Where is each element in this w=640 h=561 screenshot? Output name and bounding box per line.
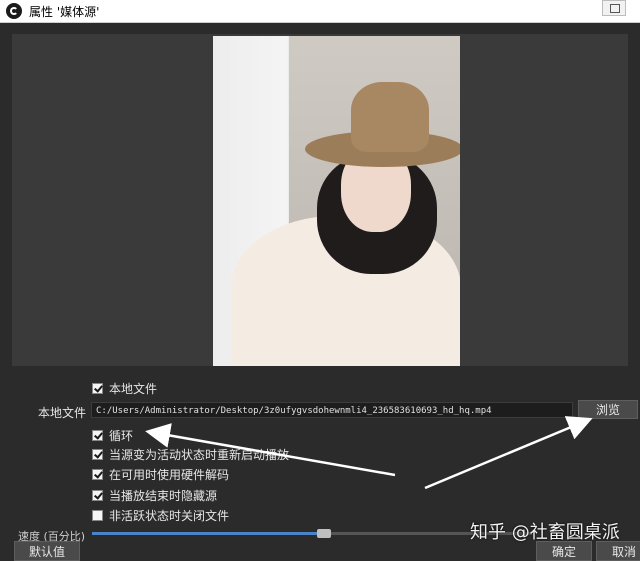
- hardware-decode-checkbox[interactable]: [92, 469, 103, 480]
- maximize-icon: [610, 4, 620, 13]
- obs-app-icon: [6, 3, 22, 19]
- hide-on-end-checkbox[interactable]: [92, 490, 103, 501]
- cancel-button[interactable]: 取消: [596, 541, 640, 561]
- close-when-inactive-label: 非活跃状态时关闭文件: [109, 509, 230, 523]
- option-loop-row[interactable]: 循环: [92, 427, 133, 444]
- option-restart-row[interactable]: 当源变为活动状态时重新启动播放: [92, 446, 289, 463]
- loop-checkbox[interactable]: [92, 430, 103, 441]
- loop-label: 循环: [109, 429, 134, 443]
- speed-slider-fill: [92, 532, 321, 535]
- arrow-to-browse: [424, 416, 593, 490]
- maximize-button[interactable]: [602, 0, 626, 16]
- local-file-checkbox[interactable]: [92, 383, 103, 394]
- local-file-checkbox-label: 本地文件: [109, 382, 158, 396]
- restart-on-active-label: 当源变为活动状态时重新启动播放: [109, 448, 290, 462]
- speed-slider[interactable]: [92, 529, 532, 538]
- preview-frame-image: [213, 36, 460, 366]
- option-hw-decode-row[interactable]: 在可用时使用硬件解码: [92, 466, 229, 483]
- title-bar: 属性 '媒体源': [0, 0, 640, 23]
- local-file-checkbox-row[interactable]: 本地文件: [92, 380, 157, 397]
- speed-slider-handle[interactable]: [316, 529, 331, 538]
- close-when-inactive-checkbox[interactable]: [92, 510, 103, 521]
- window-title: 属性 '媒体源': [29, 4, 100, 19]
- hide-on-end-label: 当播放结束时隐藏源: [109, 489, 218, 503]
- local-file-field-label: 本地文件: [38, 406, 87, 420]
- ok-button[interactable]: 确定: [536, 541, 592, 561]
- local-file-path-input[interactable]: C:/Users/Administrator/Desktop/3z0ufygvs…: [91, 402, 573, 418]
- media-preview: [12, 34, 628, 366]
- option-close-inactive-row[interactable]: 非活跃状态时关闭文件: [92, 507, 229, 524]
- option-hide-on-end-row[interactable]: 当播放结束时隐藏源: [92, 487, 217, 504]
- browse-button[interactable]: 浏览: [578, 400, 638, 419]
- defaults-button[interactable]: 默认值: [14, 541, 80, 561]
- restart-on-active-checkbox[interactable]: [92, 449, 103, 460]
- watermark-text: 知乎 @社畜圆桌派: [470, 522, 620, 543]
- hardware-decode-label: 在可用时使用硬件解码: [109, 468, 230, 482]
